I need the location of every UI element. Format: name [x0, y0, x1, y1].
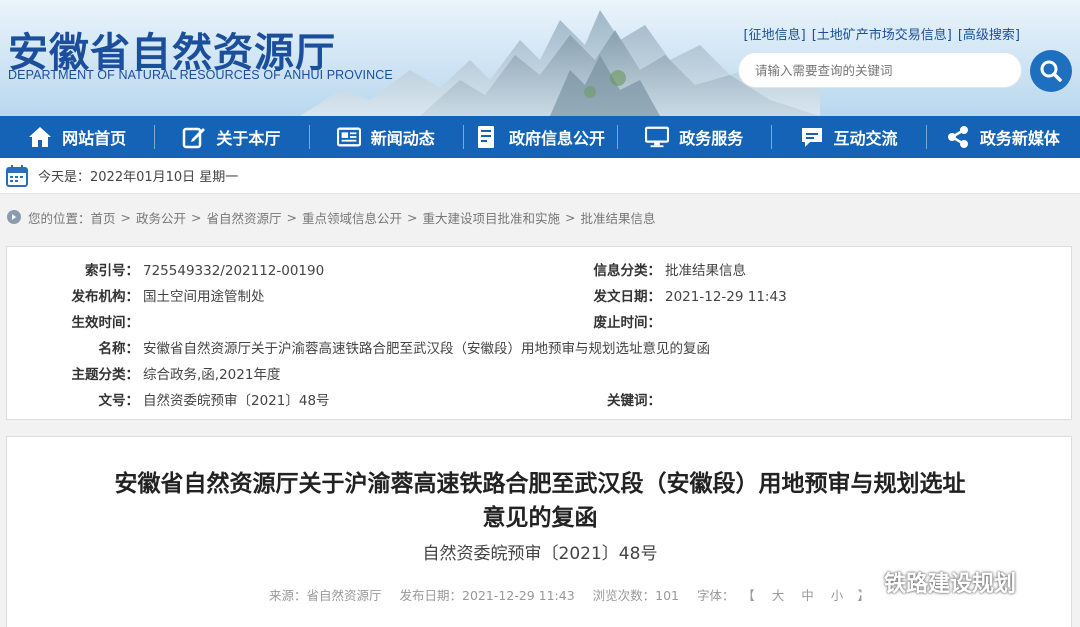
expiry-time-row: 废止时间：	[585, 311, 665, 331]
info-category-value: 批准结果信息	[665, 263, 746, 279]
breadcrumb-approval-results[interactable]: 批准结果信息	[581, 208, 656, 227]
keywords-row: 关键词：	[585, 389, 665, 409]
top-link-advanced-search[interactable]: [高级搜索]	[958, 24, 1020, 43]
top-link-land-acquisition[interactable]: [征地信息]	[744, 24, 806, 43]
nav-item-news[interactable]: 新闻动态	[308, 116, 463, 158]
article-panel: 安徽省自然资源厅关于沪渝蓉高速铁路合肥至武汉段（安徽段）用地预审与规划选址 意见…	[6, 436, 1072, 627]
issue-date-value: 2021-12-29 11:43	[665, 289, 787, 305]
breadcrumb-separator: >	[191, 209, 202, 225]
publisher-value: 国土空间用途管制处	[143, 289, 265, 305]
calendar-icon	[6, 164, 28, 187]
font-size-large-button[interactable]: 大	[772, 588, 785, 603]
publisher-row: 发布机构： 国土空间用途管制处	[67, 285, 265, 305]
nav-item-services[interactable]: 政务服务	[617, 116, 771, 158]
topic-row: 主题分类： 综合政务,函,2021年度	[67, 363, 281, 383]
topic-value: 综合政务,函,2021年度	[143, 367, 281, 383]
effective-time-label: 生效时间：	[71, 315, 140, 331]
expiry-time-label: 废止时间：	[593, 315, 662, 331]
index-number-value: 725549332/202112-00190	[143, 263, 325, 279]
nav-item-interaction[interactable]: 互动交流	[771, 116, 925, 158]
article-title-line-1: 安徽省自然资源厅关于沪渝蓉高速铁路合肥至武汉段（安徽段）用地预审与规划选址	[114, 471, 966, 497]
nav-label: 政府信息公开	[508, 129, 605, 148]
index-number-label: 索引号：	[85, 263, 139, 279]
issue-date-label: 发文日期：	[593, 289, 662, 305]
chat-icon	[800, 125, 824, 149]
breadcrumb-separator: >	[407, 209, 418, 225]
top-links: [征地信息] [土地矿产市场交易信息] [高级搜索]	[744, 24, 1020, 43]
nav-label: 新闻动态	[370, 129, 435, 148]
document-number-row: 文号： 自然资委皖预审〔2021〕48号	[67, 389, 330, 409]
topic-label: 主题分类：	[71, 367, 140, 383]
breadcrumb-home[interactable]: 首页	[91, 208, 116, 227]
breadcrumb-department[interactable]: 省自然资源厅	[207, 208, 282, 227]
font-size-label: 字体：	[696, 588, 735, 603]
article-title-line-2: 意见的复函	[482, 505, 598, 531]
watermark-text: 铁路建设规划	[884, 572, 1017, 597]
search-icon	[1040, 60, 1062, 82]
keywords-label: 关键词：	[607, 393, 661, 409]
nav-label: 互动交流	[833, 129, 898, 148]
document-icon	[475, 125, 499, 149]
news-icon	[336, 125, 361, 149]
breadcrumb-separator: >	[565, 209, 576, 225]
document-name-value: 安徽省自然资源厅关于沪渝蓉高速铁路合肥至武汉段（安徽段）用地预审与规划选址意见的…	[143, 341, 710, 357]
article-meta: 来源：省自然资源厅 发布日期：2021-12-29 11:43 浏览次数：101…	[269, 585, 898, 604]
search-button[interactable]	[1030, 50, 1072, 92]
wechat-icon	[838, 567, 878, 596]
font-size-bracket-open: 【	[748, 588, 755, 603]
search-input[interactable]	[739, 53, 1021, 87]
top-link-land-market[interactable]: [土地矿产市场交易信息]	[812, 24, 952, 43]
document-name-row: 名称： 安徽省自然资源厅关于沪渝蓉高速铁路合肥至武汉段（安徽段）用地预审与规划选址…	[67, 337, 711, 357]
publisher-label: 发布机构：	[71, 289, 140, 305]
document-metadata-panel: 索引号： 725549332/202112-00190 信息分类： 批准结果信息 发…	[6, 246, 1072, 420]
breadcrumb-key-areas[interactable]: 重点领域信息公开	[302, 208, 402, 227]
nav-item-gov-info[interactable]: 政府信息公开	[462, 116, 617, 158]
issue-date-row: 发文日期： 2021-12-29 11:43	[585, 285, 787, 305]
article-title: 安徽省自然资源厅关于沪渝蓉高速铁路合肥至武汉段（安徽段）用地预审与规划选址 意见…	[7, 467, 1073, 535]
document-name-label: 名称：	[98, 341, 140, 357]
index-number-row: 索引号： 725549332/202112-00190	[67, 259, 324, 279]
font-size-medium-button[interactable]: 中	[801, 588, 814, 603]
article-document-number: 自然资委皖预审〔2021〕48号	[422, 544, 658, 564]
main-nav: 网站首页 关于本厅 新闻动态 政府信息公开 政务服务 互动交流 政务新媒体	[0, 116, 1080, 158]
breadcrumb-major-projects[interactable]: 重大建设项目批准和实施	[423, 208, 561, 227]
breadcrumb-separator: >	[120, 209, 132, 225]
breadcrumb-gov-affairs[interactable]: 政务公开	[136, 208, 186, 227]
date-bar: 今天是：2022年01月10日 星期一	[0, 158, 1080, 194]
location-icon	[7, 210, 21, 224]
article-source: 来源：省自然资源厅	[269, 588, 382, 603]
share-icon	[946, 125, 970, 149]
monitor-icon	[645, 125, 670, 149]
site-header: 安徽省自然资源厅 DEPARTMENT OF NATURAL RESOURCES…	[0, 0, 1080, 116]
home-icon	[28, 125, 52, 149]
search-box	[738, 52, 1022, 88]
nav-label: 政务新媒体	[979, 129, 1060, 148]
nav-item-new-media[interactable]: 政务新媒体	[925, 116, 1080, 158]
breadcrumb-separator: >	[286, 209, 298, 225]
wechat-watermark: 铁路建设规划	[838, 566, 1016, 598]
breadcrumb-prefix: 您的位置：	[28, 210, 91, 226]
edit-icon	[182, 125, 206, 149]
article-view-count: 浏览次数：101	[592, 588, 679, 603]
nav-label: 政务服务	[679, 129, 744, 148]
effective-time-row: 生效时间：	[67, 311, 143, 331]
info-category-row: 信息分类： 批准结果信息	[585, 259, 747, 279]
current-date: 今天是：2022年01月10日 星期一	[38, 170, 239, 185]
nav-item-home[interactable]: 网站首页	[0, 116, 154, 158]
document-number-value: 自然资委皖预审〔2021〕48号	[143, 393, 330, 409]
nav-label: 网站首页	[62, 129, 127, 148]
breadcrumb: 您的位置： 首页 > 政务公开 > 省自然资源厅 > 重点领域信息公开 > 重大…	[0, 204, 1080, 230]
article-publish-date: 发布日期：2021-12-29 11:43	[399, 588, 575, 603]
nav-item-about[interactable]: 关于本厅	[154, 116, 308, 158]
nav-label: 关于本厅	[216, 129, 281, 148]
info-category-label: 信息分类：	[593, 263, 662, 279]
document-number-label: 文号：	[98, 393, 140, 409]
site-logo-english: DEPARTMENT OF NATURAL RESOURCES OF ANHUI…	[8, 68, 393, 82]
